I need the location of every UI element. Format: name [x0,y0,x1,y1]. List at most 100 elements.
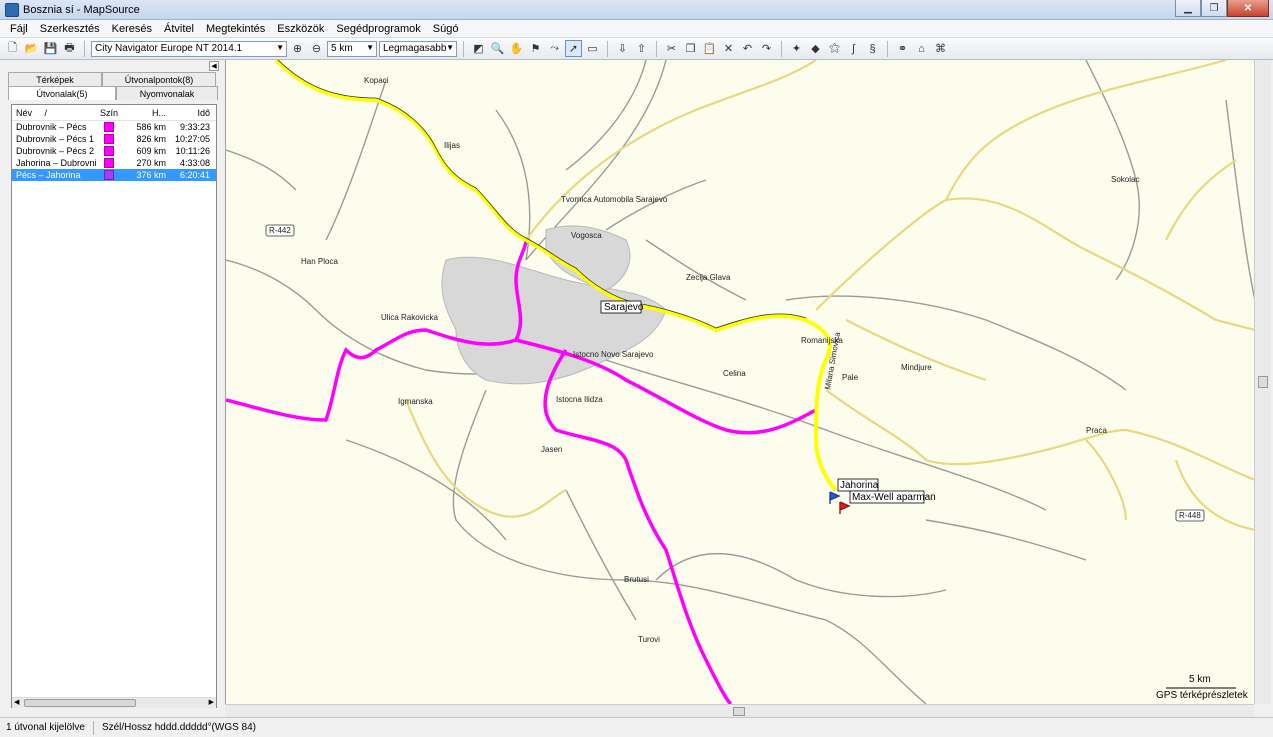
find-place-icon[interactable]: ⌂ [913,40,930,57]
map-canvas[interactable]: Kopaci Ilijas Vogosca Tvornica Automobil… [226,60,1254,704]
delete-icon[interactable]: ✕ [720,40,737,57]
tab-maps[interactable]: Térképek [8,72,102,86]
label-han-ploca: Han Ploca [301,257,338,266]
scrollbar-thumb[interactable] [733,707,745,716]
tab-waypoints[interactable]: Útvonalpontok(8) [102,72,216,86]
scroll-right-icon[interactable]: ▶ [209,698,214,706]
undo-icon[interactable]: ↶ [739,40,756,57]
save-icon[interactable]: 💾 [42,40,59,57]
zoom-out-icon[interactable]: ⊖ [308,40,325,57]
cut-icon[interactable]: ✂ [663,40,680,57]
collapse-panel-icon[interactable]: ◀ [209,61,219,71]
minimize-button[interactable]: ▁ [1175,0,1201,17]
scrollbar-thumb[interactable] [24,699,136,707]
toolbar-separator [656,40,657,57]
map-scale: 5 km GPS térképrészletek [1156,674,1249,701]
map-tool-icon[interactable]: ◩ [470,40,487,57]
paste-icon[interactable]: 📋 [701,40,718,57]
sarajevo-callout[interactable]: Sarajevo [600,300,644,314]
menu-transfer[interactable]: Átvitel [158,23,200,35]
map-horizontal-scrollbar[interactable] [225,704,1254,717]
menu-file[interactable]: Fájl [4,23,34,35]
zoom-in-icon[interactable]: ⊕ [289,40,306,57]
route-name: Jahorina – Dubrovnik [16,158,96,168]
menu-edit[interactable]: Szerkesztés [34,23,106,35]
route-row-selected[interactable]: Pécs – Jahorina 376 km 6:20:41 [12,169,216,181]
jahorina-callout-label: Jahorina [840,480,879,491]
flag-icon-red[interactable] [839,501,851,514]
show-tracks-icon[interactable]: ∫ [845,40,862,57]
route-color-swatch [104,134,114,144]
route-name: Dubrovnik – Pécs 1 [16,134,95,144]
menu-utilities[interactable]: Segédprogramok [330,23,426,35]
status-separator [92,720,94,735]
label-sokolac: Sokolac [1111,175,1139,184]
print-icon[interactable]: 🖶 [61,40,78,57]
road-badge-r442: R-442 [265,224,295,237]
route-row[interactable]: Jahorina – Dubrovnik 270 km 4:33:08 [12,157,216,169]
maxwell-callout[interactable]: Max-Well aparman [849,490,936,504]
column-header-time[interactable]: Idő [170,108,216,118]
zoom-level-select[interactable]: 5 km ▼ [327,40,377,57]
show-waypoints-icon[interactable]: ◆ [807,40,824,57]
column-header-name[interactable]: Név / [12,108,96,118]
scale-label: 5 km [1189,674,1211,685]
route-row[interactable]: Dubrovnik – Pécs 1 826 km 10:27:05 [12,133,216,145]
label-istocno-novo: Istocno Novo Sarajevo [573,350,654,359]
window-controls: ▁ ❐ ✕ [1175,0,1269,17]
distance-ruler-icon[interactable]: ▭ [584,40,601,57]
map-view[interactable]: Kopaci Ilijas Vogosca Tvornica Automobil… [225,60,1254,704]
scroll-left-icon[interactable]: ◀ [14,698,19,706]
receive-from-device-icon[interactable]: ⇩ [614,40,631,57]
column-header-color[interactable]: Szín [96,108,122,118]
menu-view[interactable]: Megtekintés [200,23,271,35]
filter-tracks-icon[interactable]: § [864,40,881,57]
close-button[interactable]: ✕ [1227,0,1269,17]
waypoint-properties-icon[interactable]: ✦ [788,40,805,57]
chevron-down-icon: ▼ [276,42,284,52]
scrollbar-thumb[interactable] [1258,376,1268,388]
copy-icon[interactable]: ❐ [682,40,699,57]
new-file-icon[interactable]: 🗋 [4,40,21,57]
redo-icon[interactable]: ↷ [758,40,775,57]
label-zecija-glava: Zecija Glava [686,273,731,282]
toolbar-separator [84,40,85,57]
menu-tools[interactable]: Eszközök [271,23,330,35]
maxwell-callout-label: Max-Well aparman [852,492,936,503]
open-folder-icon[interactable]: 📂 [23,40,40,57]
route-time: 10:27:05 [174,134,210,144]
binoculars-icon[interactable]: ⚭ [894,40,911,57]
panel-horizontal-scrollbar[interactable]: ◀ ▶ [12,697,216,708]
send-to-device-icon[interactable]: ⇧ [633,40,650,57]
map-vertical-scrollbar[interactable] [1254,60,1271,704]
find-address-icon[interactable]: ⌘ [932,40,949,57]
menu-help[interactable]: Súgó [427,23,465,35]
route-color-swatch [104,122,114,132]
show-routes-icon[interactable]: ⚝ [826,40,843,57]
route-color-cell [96,122,122,132]
jahorina-callout[interactable]: Jahorina [837,478,879,492]
chevron-down-icon: ▼ [366,42,374,52]
route-length: 376 km [136,170,166,180]
map-product-select[interactable]: City Navigator Europe NT 2014.1 ▼ [91,40,287,57]
route-length: 609 km [136,146,166,156]
label-ulica-rakovicka: Ulica Rakovicka [381,313,438,322]
maximize-button[interactable]: ❐ [1201,0,1227,17]
tab-tracks[interactable]: Nyomvonalak [116,86,218,100]
flag-icon-blue[interactable] [829,491,841,504]
route-tool-icon[interactable]: ⤳ [546,40,563,57]
zoom-tool-icon[interactable]: 🔍 [489,40,506,57]
route-color-cell [96,158,122,168]
selection-arrow-icon[interactable]: ➚ [565,40,582,57]
column-name-label: Név [16,107,33,118]
waypoint-flag-icon[interactable]: ⚑ [527,40,544,57]
hand-tool-icon[interactable]: ✋ [508,40,525,57]
waypoint-flags[interactable] [829,491,851,514]
route-row[interactable]: Dubrovnik – Pécs 586 km 9:33:23 [12,121,216,133]
tab-routes[interactable]: Útvonalak(5) [8,86,116,100]
detail-level-select[interactable]: Legmagasabb ▼ [379,40,457,57]
detail-level-value: Legmagasabb [383,43,447,54]
column-header-length[interactable]: H... [122,108,170,118]
route-row[interactable]: Dubrovnik – Pécs 2 609 km 10:11:26 [12,145,216,157]
menu-find[interactable]: Keresés [106,23,158,35]
